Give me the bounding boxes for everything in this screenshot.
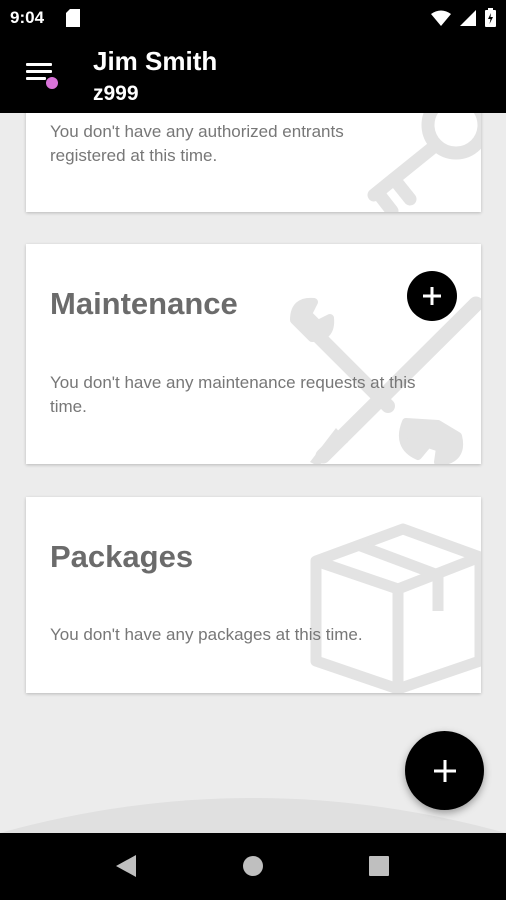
packages-title: Packages bbox=[50, 539, 194, 574]
packages-card[interactable]: Packages You don't have any packages at … bbox=[26, 497, 481, 693]
add-fab-button[interactable] bbox=[405, 731, 484, 810]
maintenance-title: Maintenance bbox=[50, 286, 238, 321]
back-icon[interactable] bbox=[114, 853, 138, 879]
cell-signal-icon bbox=[460, 9, 476, 31]
packages-message: You don't have any packages at this time… bbox=[50, 625, 363, 644]
user-name: Jim Smith bbox=[93, 46, 218, 76]
plus-icon bbox=[423, 287, 441, 305]
sd-card-icon bbox=[66, 9, 80, 32]
entrants-message: You don't have any authorized entrants r… bbox=[50, 122, 344, 165]
plus-icon bbox=[433, 759, 456, 782]
maintenance-card[interactable]: Maintenance You don't have any maintenan… bbox=[26, 244, 481, 464]
status-bar: 9:04 bbox=[0, 0, 506, 36]
notification-dot bbox=[46, 77, 58, 89]
user-id: z999 bbox=[93, 82, 139, 105]
wifi-icon bbox=[431, 10, 451, 31]
system-nav-bar bbox=[0, 833, 506, 900]
content-area[interactable]: You don't have any authorized entrants r… bbox=[0, 113, 506, 833]
recents-icon[interactable] bbox=[369, 856, 389, 876]
menu-button[interactable] bbox=[22, 60, 62, 92]
app-bar: Jim Smith z999 bbox=[0, 36, 506, 113]
package-icon bbox=[310, 523, 481, 693]
add-maintenance-button[interactable] bbox=[407, 271, 457, 321]
status-time: 9:04 bbox=[10, 8, 45, 27]
battery-charging-icon bbox=[485, 8, 496, 32]
maintenance-message: You don't have any maintenance requests … bbox=[50, 373, 416, 416]
entrants-card[interactable]: You don't have any authorized entrants r… bbox=[26, 113, 481, 212]
home-icon[interactable] bbox=[242, 855, 264, 877]
